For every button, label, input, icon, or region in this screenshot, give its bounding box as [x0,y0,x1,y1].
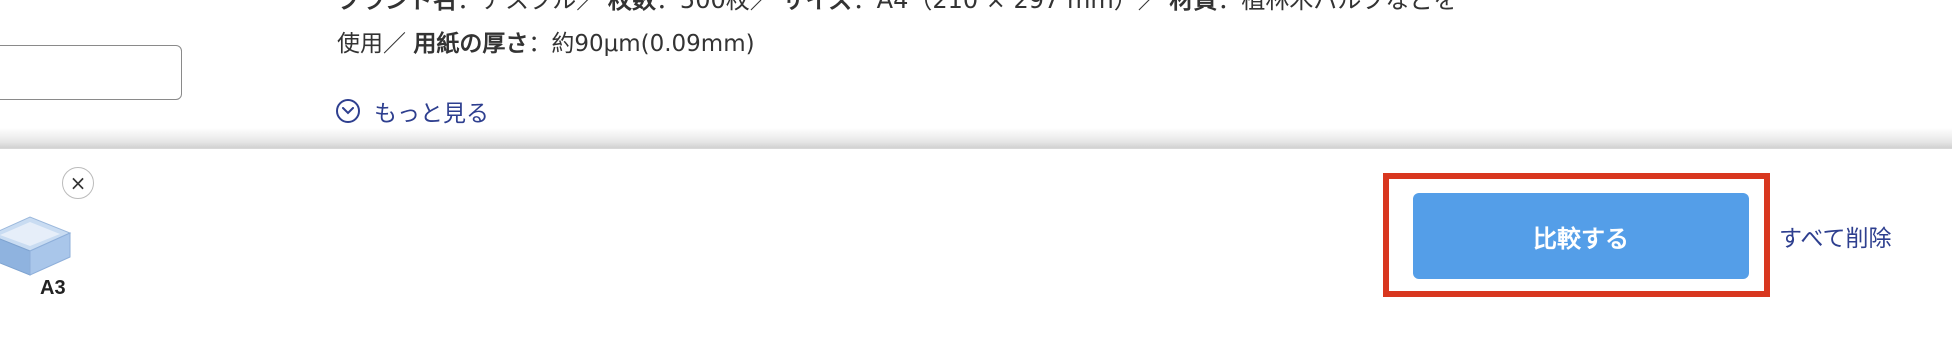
compare-bar: A3 × 比較する すべて削除 [0,148,1952,361]
spec-line-2: 使用／ 用紙の厚さ：約90μm(0.09mm) [337,28,755,60]
compare-button-label: 比較する [1533,224,1629,253]
compare-button[interactable]: 比較する [1413,193,1749,279]
spec-line-1: ブランド名：アスクル／ 枚数：500枚／ サイズ：A4（210 × 297 mm… [337,0,1457,15]
quantity-input[interactable] [0,45,182,100]
count-label: 枚数 [607,0,656,14]
close-icon: × [69,171,87,195]
remove-item-button[interactable]: × [62,167,94,199]
thickness-value: ：約90μm(0.09mm) [528,31,755,57]
compare-item-label: A3 [40,277,66,299]
delete-all-link[interactable]: すべて削除 [1779,219,1891,253]
count-value: ：500枚／ [655,0,774,14]
spec-prefix: 使用／ [337,31,406,57]
material-value: ：植林木パルプなどを [1217,0,1458,14]
size-label: サイズ [781,0,853,14]
paper-box-icon [0,216,72,276]
divider-shadow [0,128,1952,148]
brand-label: ブランド名 [337,0,457,14]
size-value: ：A4（210 × 297 mm）／ [852,0,1162,14]
material-label: 材質 [1169,0,1218,14]
brand-value: ：アスクル／ [457,0,601,14]
thickness-label: 用紙の厚さ [413,31,529,57]
chevron-down-circle-icon [336,99,360,123]
show-more-link[interactable]: もっと見る [336,95,489,127]
show-more-label: もっと見る [374,101,489,127]
